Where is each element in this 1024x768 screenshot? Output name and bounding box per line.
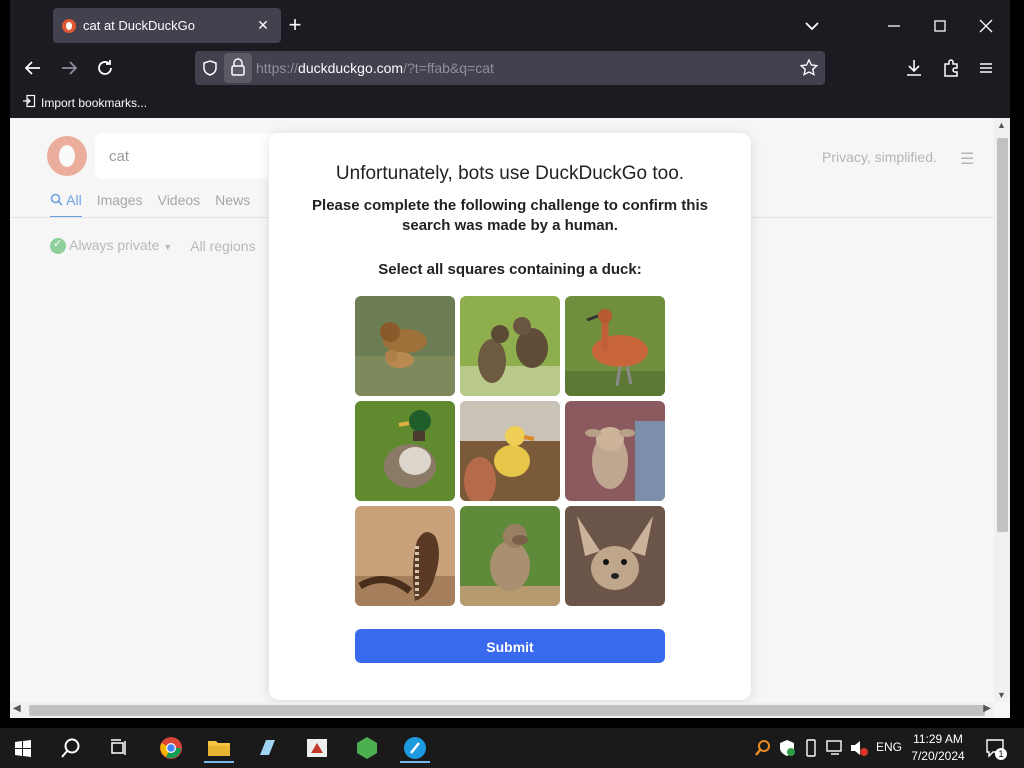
tab-title: cat at DuckDuckGo <box>83 18 195 33</box>
url-text: https://duckduckgo.com/?t=ffab&q=cat <box>256 60 494 76</box>
file-explorer-icon[interactable] <box>204 733 234 763</box>
fennec-tile[interactable] <box>565 506 665 606</box>
app-icon-blue[interactable] <box>252 733 282 763</box>
settings-menu-icon[interactable]: ☰ <box>960 149 976 169</box>
vertical-scrollbar[interactable]: ▲ ▼ <box>994 118 1010 702</box>
cats-tile[interactable] <box>460 296 560 396</box>
tracking-protection-shield-icon[interactable] <box>201 59 219 82</box>
challenge-image-grid <box>355 296 667 606</box>
active-indicator <box>400 761 430 763</box>
search-tabs: All Images Videos News <box>50 192 250 218</box>
tab-all[interactable]: All <box>50 192 82 218</box>
checkmark-icon <box>50 237 66 255</box>
close-tab-icon[interactable]: ✕ <box>253 15 273 35</box>
search-query-text: cat <box>109 148 130 165</box>
goat-tile[interactable] <box>565 401 665 501</box>
browser-chrome: cat at DuckDuckGo ✕ + https://duckduckgo… <box>10 0 1010 118</box>
challenge-instruction: Select all squares containing a duck: <box>378 261 642 278</box>
chrome-icon[interactable] <box>156 733 186 763</box>
app-icon-green[interactable] <box>352 733 382 763</box>
mallard-tile[interactable] <box>355 401 455 501</box>
minimize-icon[interactable] <box>882 14 906 38</box>
app-menu-icon[interactable] <box>973 55 999 81</box>
always-private-filter[interactable]: Always private ▼ <box>50 237 173 255</box>
tab-news[interactable]: News <box>215 192 250 218</box>
horizontal-scroll-thumb[interactable] <box>29 705 985 716</box>
extensions-icon[interactable] <box>938 55 964 81</box>
duckduckgo-favicon-icon <box>62 19 76 33</box>
lion-tile[interactable] <box>355 296 455 396</box>
list-all-tabs-icon[interactable] <box>800 14 824 38</box>
clock-time: 11:29 AM <box>913 732 963 746</box>
language-indicator[interactable]: ENG <box>876 740 902 754</box>
import-icon <box>22 94 36 111</box>
task-view-icon[interactable] <box>104 733 134 763</box>
challenge-subtitle: Please complete the following challenge … <box>312 197 708 234</box>
scroll-right-icon[interactable]: ▶ <box>983 703 991 714</box>
whistling-duck-tile[interactable] <box>565 296 665 396</box>
duckling-tile[interactable] <box>460 401 560 501</box>
notification-count: 1 <box>995 748 1007 760</box>
search-icon <box>50 193 63 206</box>
windows-taskbar: ENG 11:29 AM 7/20/2024 1 <box>0 728 1024 768</box>
app-icon-red[interactable] <box>302 733 332 763</box>
new-tab-button[interactable]: + <box>284 14 306 36</box>
tab-images[interactable]: Images <box>97 192 143 218</box>
reload-icon[interactable] <box>92 55 118 81</box>
scroll-down-icon[interactable]: ▼ <box>997 690 1006 700</box>
baboon-tile[interactable] <box>460 506 560 606</box>
active-indicator <box>204 761 234 763</box>
app-icon-cyan[interactable] <box>400 733 430 763</box>
challenge-title: Unfortunately, bots use DuckDuckGo too. <box>335 163 685 184</box>
back-arrow-icon[interactable] <box>20 55 46 81</box>
horizontal-scrollbar[interactable]: ◀ ▶ <box>10 702 994 718</box>
url-bar[interactable]: https://duckduckgo.com/?t=ffab&q=cat <box>195 51 825 85</box>
cobra-tile[interactable] <box>355 506 455 606</box>
web-content: cat All Images Videos News Privacy, simp… <box>10 118 1010 718</box>
close-window-icon[interactable] <box>974 14 998 38</box>
dropdown-caret-icon: ▼ <box>163 242 173 252</box>
region-filter[interactable]: All regions <box>190 238 255 254</box>
duckduckgo-logo-icon[interactable] <box>47 136 87 176</box>
clock-date: 7/20/2024 <box>911 749 965 763</box>
submit-button[interactable]: Submit <box>355 629 665 663</box>
search-icon[interactable] <box>56 733 86 763</box>
scroll-left-icon[interactable]: ◀ <box>13 703 21 714</box>
vertical-scroll-thumb[interactable] <box>997 138 1008 532</box>
bot-challenge-modal: Unfortunately, bots use DuckDuckGo too. … <box>269 133 751 700</box>
tab-videos[interactable]: Videos <box>158 192 201 218</box>
import-bookmarks-label: Import bookmarks... <box>41 95 148 110</box>
search-input[interactable]: cat <box>95 133 285 179</box>
volume-muted-icon[interactable] <box>844 733 874 763</box>
scroll-up-icon[interactable]: ▲ <box>997 120 1006 130</box>
taskbar-clock[interactable]: 11:29 AM 7/20/2024 <box>902 731 974 765</box>
import-bookmarks-link[interactable]: Import bookmarks... <box>22 94 147 111</box>
bookmark-star-icon[interactable] <box>799 58 819 83</box>
notification-center-icon[interactable]: 1 <box>980 733 1010 763</box>
site-info-lock-icon[interactable] <box>224 53 252 83</box>
privacy-tagline: Privacy, simplified. <box>822 149 937 165</box>
search-filters: Always private ▼ All regions <box>50 237 256 255</box>
browser-tab[interactable]: cat at DuckDuckGo ✕ <box>53 8 281 43</box>
windows-start-icon[interactable] <box>8 733 38 763</box>
maximize-icon[interactable] <box>928 14 952 38</box>
downloads-icon[interactable] <box>901 55 927 81</box>
forward-arrow-icon[interactable] <box>56 55 82 81</box>
